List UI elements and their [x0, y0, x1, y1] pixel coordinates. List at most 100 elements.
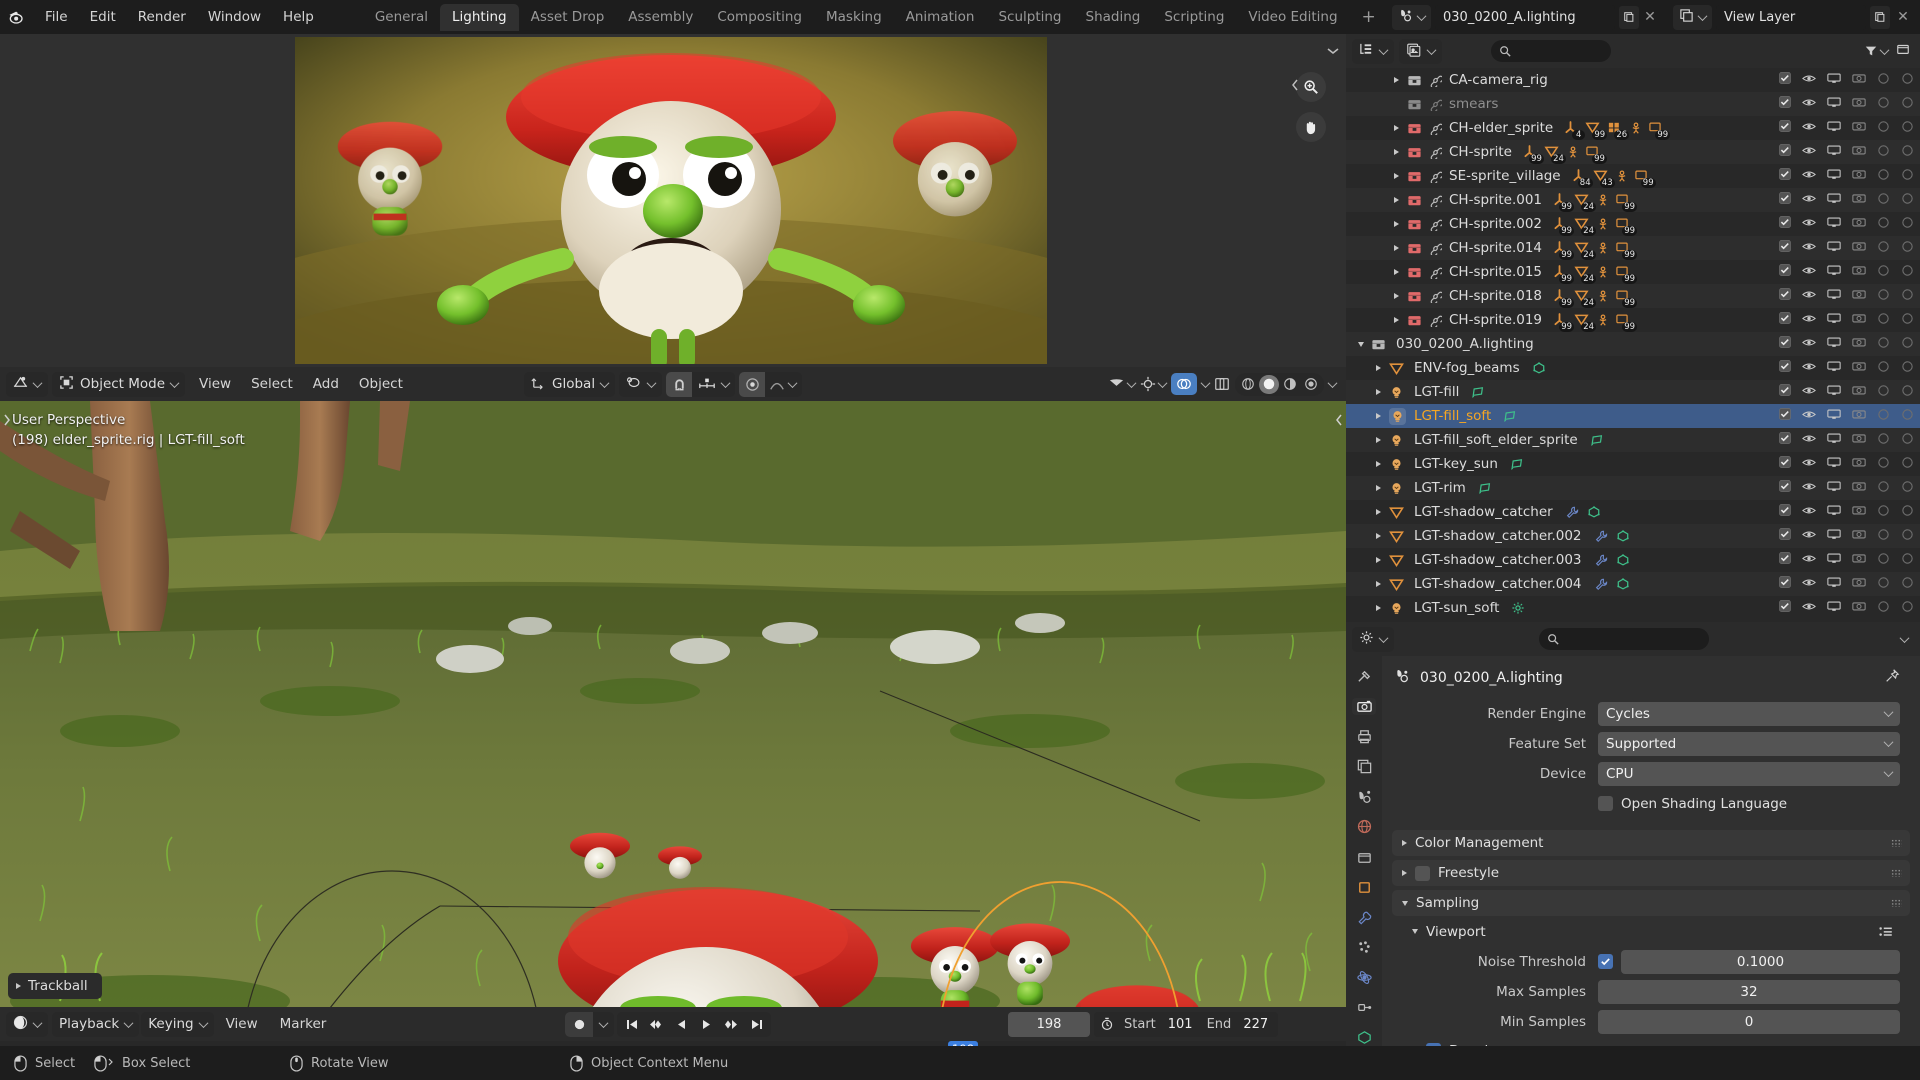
pan-view-button[interactable]	[1296, 112, 1326, 142]
viewport-menu-add[interactable]: Add	[303, 376, 349, 392]
use-preview-range-icon[interactable]	[1094, 1017, 1120, 1031]
outliner-checkbox[interactable]	[1779, 168, 1791, 184]
outliner-row[interactable]: smears	[1346, 92, 1920, 116]
disable-in-renders-icon[interactable]	[1852, 96, 1866, 112]
hide-in-viewport-icon[interactable]	[1802, 264, 1816, 281]
transform-orientation-selector[interactable]: Global	[524, 371, 616, 397]
preview-sidebar-toggle[interactable]	[1291, 78, 1300, 96]
new-scene-button[interactable]	[1619, 5, 1639, 29]
disable-in-viewports-icon[interactable]	[1827, 216, 1841, 232]
outliner-row[interactable]: LGT-fill	[1346, 380, 1920, 404]
holdout-icon[interactable]	[1877, 192, 1890, 209]
chevron-right-icon[interactable]	[1372, 530, 1385, 543]
outliner-checkbox[interactable]	[1779, 240, 1791, 256]
noise-threshold-checkbox[interactable]	[1598, 954, 1613, 969]
disable-in-renders-icon[interactable]	[1852, 504, 1866, 520]
falloff-curve-icon[interactable]	[765, 372, 789, 397]
outliner-row[interactable]: CH-sprite.019 99 24 99	[1346, 308, 1920, 332]
disable-in-viewports-icon[interactable]	[1827, 504, 1841, 520]
preview-collapse-chevron-icon[interactable]	[1326, 44, 1340, 60]
workspace-tab-animation[interactable]: Animation	[894, 4, 987, 31]
disable-in-viewports-icon[interactable]	[1827, 168, 1841, 184]
view-layer-name-field[interactable]: View Layer	[1716, 4, 1866, 30]
hide-in-viewport-icon[interactable]	[1802, 504, 1816, 521]
disable-in-viewports-icon[interactable]	[1827, 384, 1841, 400]
hide-in-viewport-icon[interactable]	[1802, 168, 1816, 185]
shading-rendered-icon[interactable]	[1301, 375, 1321, 394]
freestyle-checkbox[interactable]	[1415, 865, 1430, 881]
outliner-row[interactable]: CH-sprite.014 99 24 99	[1346, 236, 1920, 260]
disable-in-viewports-icon[interactable]	[1827, 120, 1841, 136]
hide-in-viewport-icon[interactable]	[1802, 192, 1816, 209]
hide-in-viewport-icon[interactable]	[1802, 312, 1816, 329]
disable-in-renders-icon[interactable]	[1852, 480, 1866, 496]
pin-icon[interactable]	[1884, 668, 1900, 688]
hide-in-viewport-icon[interactable]	[1802, 408, 1816, 425]
properties-options-chevron-icon[interactable]	[1899, 631, 1910, 647]
outliner-row[interactable]: CH-sprite 99 24 99	[1346, 140, 1920, 164]
viewport-menu-object[interactable]: Object	[349, 376, 413, 392]
workspace-tab-general[interactable]: General	[363, 4, 440, 31]
property-dropdown[interactable]: CPU	[1598, 761, 1900, 786]
chevron-right-icon[interactable]	[1372, 362, 1385, 375]
proportional-edit-toggle[interactable]	[739, 371, 766, 397]
next-keyframe-icon[interactable]	[719, 1012, 744, 1037]
panel-freestyle[interactable]: Freestyle	[1392, 860, 1910, 886]
noise-threshold-value[interactable]: 0.1000	[1621, 949, 1900, 974]
menu-edit[interactable]: Edit	[79, 5, 127, 29]
timeline-editor-type-selector[interactable]	[6, 1011, 48, 1037]
disable-in-renders-icon[interactable]	[1852, 336, 1866, 352]
chevron-right-icon[interactable]	[1390, 170, 1403, 183]
xray-toggle[interactable]	[1214, 376, 1230, 392]
disable-in-viewports-icon[interactable]	[1827, 72, 1841, 88]
disable-in-renders-icon[interactable]	[1852, 456, 1866, 472]
outliner-row[interactable]: CH-sprite.002 99 24 99	[1346, 212, 1920, 236]
outliner-row[interactable]: CA-camera_rig	[1346, 68, 1920, 92]
disable-in-renders-icon[interactable]	[1852, 408, 1866, 424]
indirect-only-icon[interactable]	[1901, 528, 1914, 545]
holdout-icon[interactable]	[1877, 72, 1890, 89]
constraints-tab[interactable]	[1352, 999, 1376, 1016]
outliner-row[interactable]: CH-sprite.018 99 24 99	[1346, 284, 1920, 308]
pivot-point-selector[interactable]	[619, 371, 663, 397]
shading-material-icon[interactable]	[1280, 375, 1300, 394]
world-tab[interactable]	[1352, 818, 1376, 835]
holdout-icon[interactable]	[1877, 312, 1890, 329]
hide-in-viewport-icon[interactable]	[1802, 480, 1816, 497]
chevron-right-icon[interactable]	[1390, 290, 1403, 303]
properties-editor-type-selector[interactable]	[1352, 626, 1394, 652]
new-view-layer-button[interactable]	[1870, 5, 1890, 29]
hide-in-viewport-icon[interactable]	[1802, 528, 1816, 545]
delete-scene-button[interactable]: ✕	[1641, 6, 1659, 29]
interaction-mode-selector[interactable]: Object Mode	[52, 371, 186, 397]
zoom-region-button[interactable]	[1296, 72, 1326, 102]
outliner-checkbox[interactable]	[1779, 120, 1791, 136]
hide-in-viewport-icon[interactable]	[1802, 432, 1816, 449]
view-layer-tab[interactable]	[1352, 758, 1376, 775]
disable-in-renders-icon[interactable]	[1852, 600, 1866, 616]
hide-in-viewport-icon[interactable]	[1802, 120, 1816, 137]
disable-in-renders-icon[interactable]	[1852, 528, 1866, 544]
chevron-right-icon[interactable]	[1390, 122, 1403, 135]
hide-in-viewport-icon[interactable]	[1802, 72, 1816, 89]
disable-in-viewports-icon[interactable]	[1827, 96, 1841, 112]
disable-in-renders-icon[interactable]	[1852, 312, 1866, 328]
menu-render[interactable]: Render	[127, 5, 197, 29]
disable-in-renders-icon[interactable]	[1852, 552, 1866, 568]
outliner-row[interactable]: LGT-sun_soft	[1346, 596, 1920, 620]
holdout-icon[interactable]	[1877, 360, 1890, 377]
outliner-row[interactable]: LGT-shadow_catcher.003	[1346, 548, 1920, 572]
chevron-right-icon[interactable]	[1372, 386, 1385, 399]
panel-denoise[interactable]: Denoise	[1406, 1038, 1910, 1046]
holdout-icon[interactable]	[1877, 456, 1890, 473]
chevron-right-icon[interactable]	[1390, 74, 1403, 87]
indirect-only-icon[interactable]	[1901, 408, 1914, 425]
disable-in-viewports-icon[interactable]	[1827, 360, 1841, 376]
data-tab[interactable]	[1352, 1029, 1376, 1046]
falloff-options-chevron-icon[interactable]	[787, 376, 802, 392]
workspace-tab-shading[interactable]: Shading	[1074, 4, 1153, 31]
scene-tab[interactable]	[1352, 788, 1376, 805]
end-frame-value[interactable]: 227	[1231, 1017, 1278, 1032]
snap-options-chevron-icon[interactable]	[720, 376, 735, 392]
outliner-editor-type-selector[interactable]	[1352, 38, 1394, 64]
